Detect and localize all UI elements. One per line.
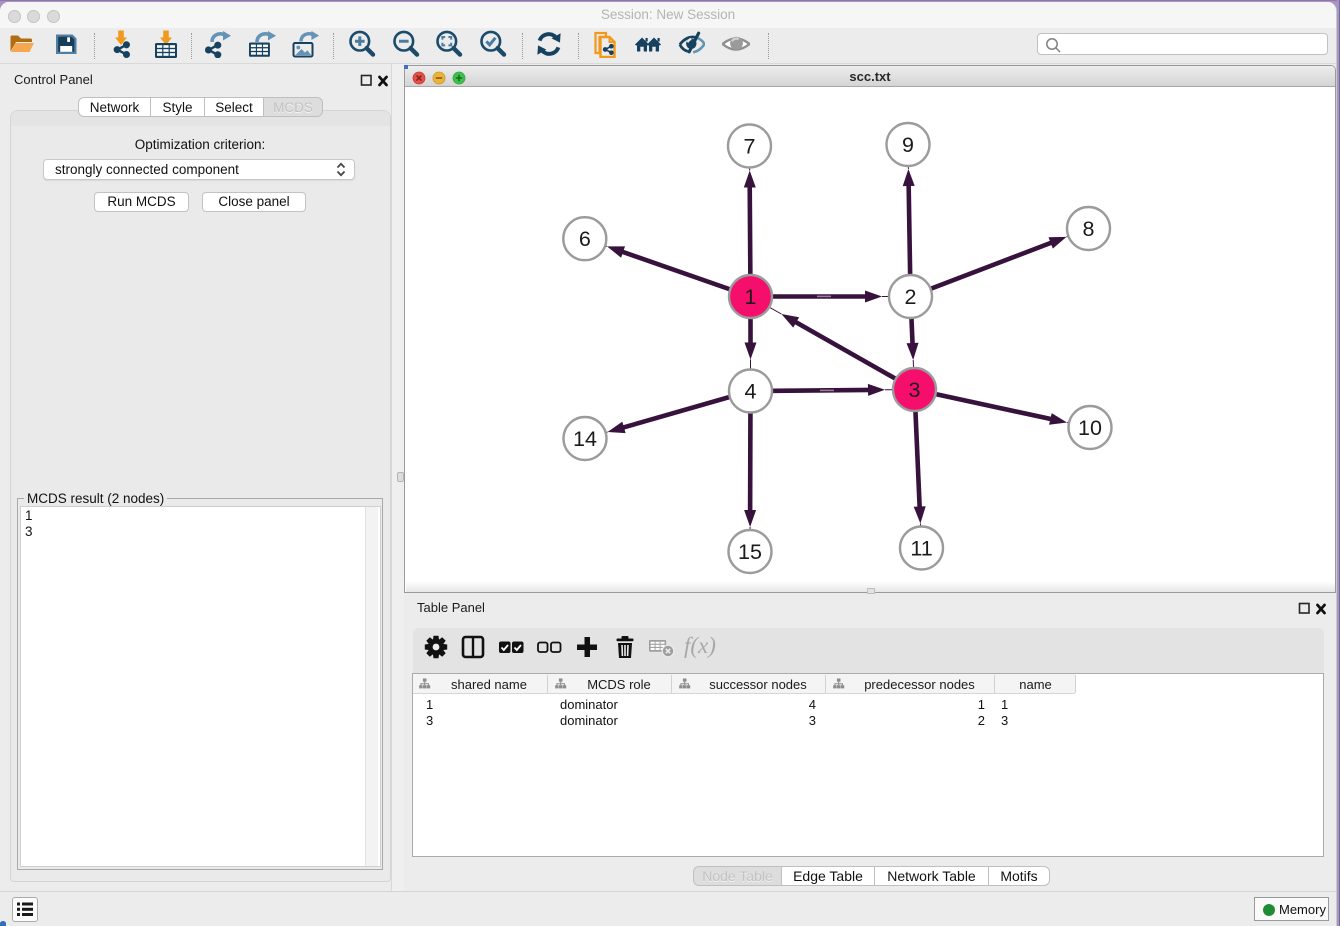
svg-text:11: 11 <box>910 537 932 561</box>
svg-text:10: 10 <box>1078 416 1102 440</box>
svg-text:14: 14 <box>573 427 597 451</box>
svg-text:4: 4 <box>745 380 757 404</box>
svg-text:8: 8 <box>1083 217 1095 241</box>
svg-text:9: 9 <box>902 133 914 157</box>
svg-text:3: 3 <box>909 378 921 402</box>
svg-text:1: 1 <box>745 285 757 309</box>
svg-text:7: 7 <box>744 135 756 159</box>
svg-text:15: 15 <box>738 540 762 564</box>
svg-text:6: 6 <box>579 227 591 251</box>
svg-text:2: 2 <box>905 285 917 309</box>
